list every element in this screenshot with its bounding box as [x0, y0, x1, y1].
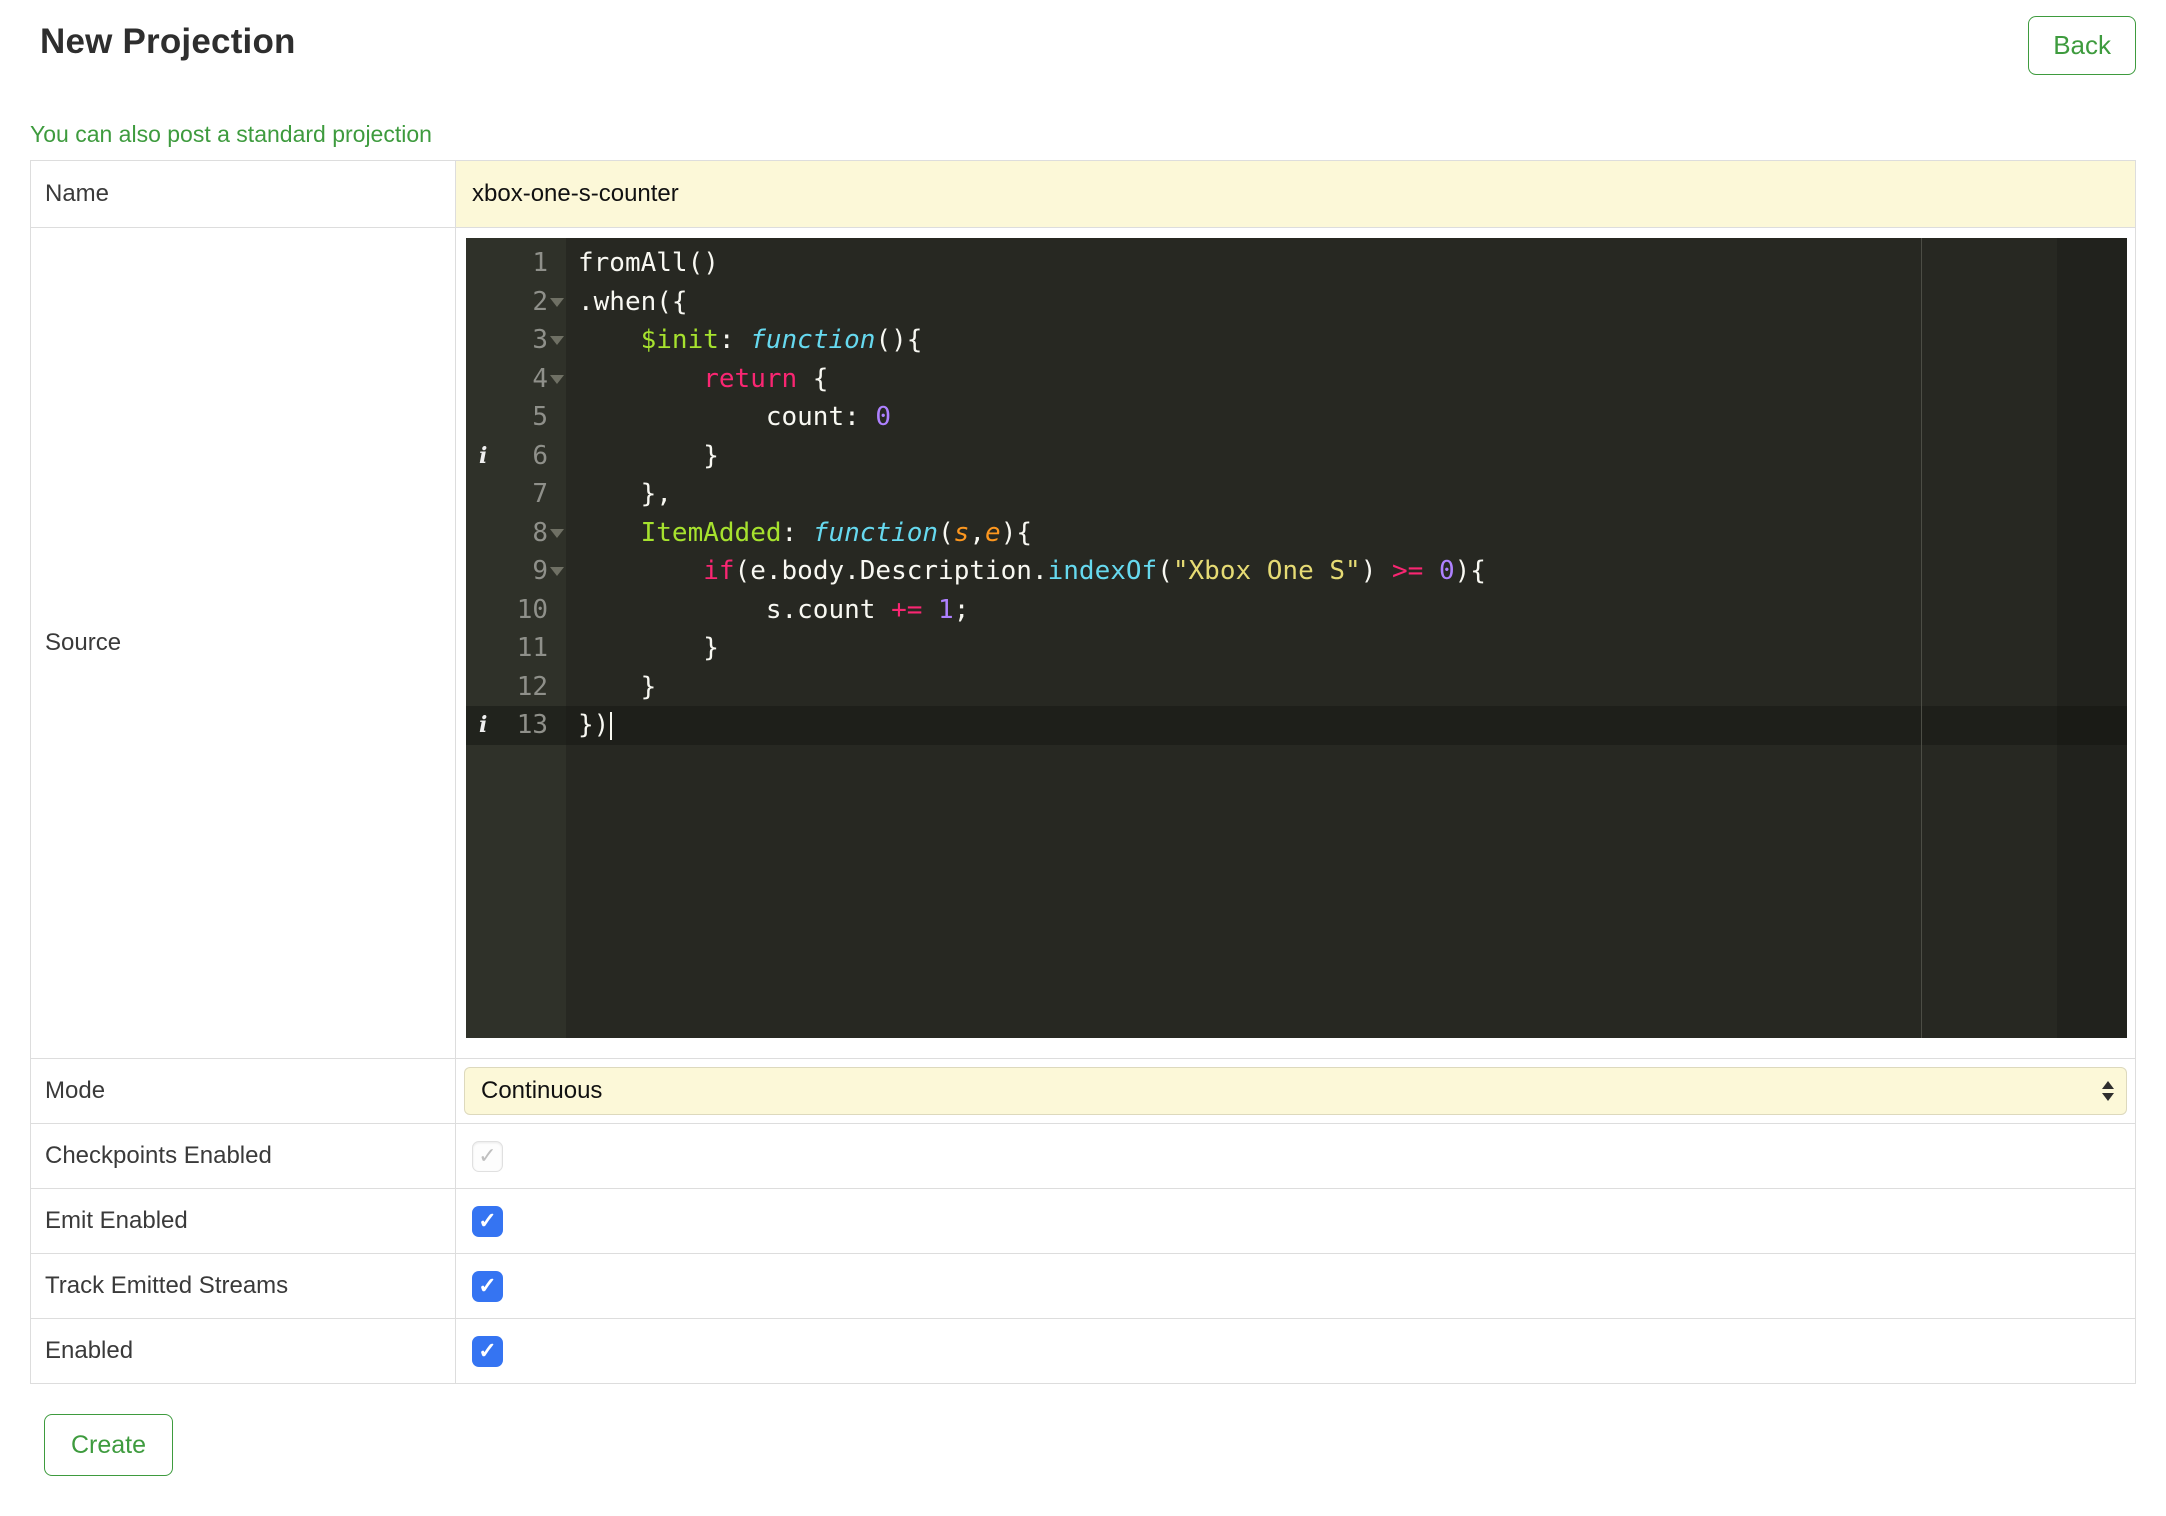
gutter-info-icon: i: [479, 442, 488, 469]
checkpoints-row: Checkpoints Enabled ✓: [30, 1123, 2136, 1190]
gutter-line: 1: [466, 244, 566, 283]
emit-enabled-label: Emit Enabled: [30, 1188, 456, 1255]
check-icon: ✓: [478, 1143, 497, 1169]
fold-arrow-icon[interactable]: [550, 374, 564, 384]
code-line[interactable]: },: [566, 475, 2127, 514]
fold-arrow-icon[interactable]: [550, 528, 564, 538]
line-number: 12: [516, 671, 548, 702]
fold-arrow-icon[interactable]: [550, 567, 564, 577]
select-arrow-down-icon: [2102, 1093, 2114, 1102]
projection-form-table: Name Source 12345i6789101112i13 fromAll(…: [30, 160, 2136, 1385]
gutter-line: 8: [466, 514, 566, 553]
check-icon: ✓: [478, 1208, 497, 1234]
line-number: 2: [532, 286, 548, 317]
mode-select-value: Continuous: [481, 1077, 603, 1105]
fold-arrow-icon[interactable]: [550, 336, 564, 346]
code-line[interactable]: }: [566, 668, 2127, 707]
gutter-line: 12: [466, 668, 566, 707]
check-icon: ✓: [478, 1338, 497, 1364]
code-line[interactable]: $init: function(){: [566, 321, 2127, 360]
source-code-editor[interactable]: 1 2 3 4 5 i 6 7 8 9 10 11 12 i 13 fromAll() .when({ $in…: [466, 238, 2127, 1039]
line-number: 8: [532, 517, 548, 548]
gutter-line: 10: [466, 591, 566, 630]
code-line[interactable]: }: [566, 437, 2127, 476]
name-input[interactable]: [456, 161, 2135, 228]
line-number: 1: [532, 248, 548, 279]
print-margin-ruler: [1921, 238, 1922, 1039]
track-emitted-streams-checkbox[interactable]: ✓: [472, 1270, 503, 1302]
emit-enabled-row: Emit Enabled ✓: [30, 1188, 2136, 1255]
mode-label: Mode: [30, 1058, 456, 1125]
track-emitted-streams-label: Track Emitted Streams: [30, 1253, 456, 1320]
text-cursor: [610, 712, 613, 741]
back-button[interactable]: Back: [2028, 16, 2136, 76]
code-line[interactable]: ItemAdded: function(s,e){: [566, 514, 2127, 553]
line-number: 6: [532, 440, 548, 471]
create-button[interactable]: Create: [44, 1414, 174, 1477]
source-label: Source: [30, 227, 456, 1060]
page-title: New Projection: [40, 22, 296, 61]
gutter-line: i6: [466, 437, 566, 476]
line-number: 4: [532, 363, 548, 394]
code-line[interactable]: s.count += 1;: [566, 591, 2127, 630]
mode-select[interactable]: Continuous: [464, 1067, 2127, 1116]
check-icon: ✓: [478, 1273, 497, 1299]
source-row: Source 1 2 3 4 5 i 6 7 8 9 10 11 12 i 13 fromAll() .whe…: [30, 227, 2136, 1060]
checkpoints-checkbox[interactable]: ✓: [472, 1140, 503, 1172]
enabled-row: Enabled ✓: [30, 1318, 2136, 1385]
gutter-line: 7: [466, 475, 566, 514]
new-projection-page: New Projection Back You can also post a …: [0, 0, 2166, 1516]
gutter-line: 4: [466, 360, 566, 399]
enabled-label: Enabled: [30, 1318, 456, 1385]
line-number: 11: [516, 633, 548, 664]
mode-row: Mode Continuous: [30, 1058, 2136, 1125]
gutter-line: 11: [466, 629, 566, 668]
line-number: 3: [532, 325, 548, 356]
enabled-checkbox[interactable]: ✓: [472, 1335, 503, 1367]
fold-arrow-icon[interactable]: [550, 297, 564, 307]
standard-projection-link[interactable]: You can also post a standard projection: [30, 121, 432, 148]
code-line[interactable]: return {: [566, 360, 2127, 399]
gutter-line: 9: [466, 552, 566, 591]
name-label: Name: [30, 160, 456, 229]
editor-scrollbar-track[interactable]: [2057, 238, 2127, 1039]
gutter-line: 5: [466, 398, 566, 437]
line-number: 10: [516, 594, 548, 625]
gutter-line: 2: [466, 283, 566, 322]
checkpoints-label: Checkpoints Enabled: [30, 1123, 456, 1190]
gutter-line: i 13: [466, 706, 566, 745]
code-line[interactable]: }): [566, 706, 2127, 745]
code-line[interactable]: .when({: [566, 283, 2127, 322]
name-row: Name: [30, 160, 2136, 229]
select-arrows-icon: [2102, 1081, 2114, 1102]
editor-gutter: 1 2 3 4 5 i 6 7 8 9 10 11 12 i 13: [466, 238, 566, 1039]
line-number: 5: [532, 402, 548, 433]
emit-enabled-checkbox[interactable]: ✓: [472, 1205, 503, 1237]
code-line[interactable]: count: 0: [566, 398, 2127, 437]
editor-code-area[interactable]: fromAll() .when({ $init: function(){ retu…: [566, 238, 2127, 1039]
code-line[interactable]: }: [566, 629, 2127, 668]
select-arrow-up-icon: [2102, 1081, 2114, 1090]
gutter-line: 3: [466, 321, 566, 360]
line-number: 7: [532, 479, 548, 510]
line-number: 9: [532, 556, 548, 587]
page-header: New Projection Back: [30, 16, 2136, 76]
track-emitted-streams-row: Track Emitted Streams ✓: [30, 1253, 2136, 1320]
code-line[interactable]: fromAll(): [566, 244, 2127, 283]
line-number: 13: [516, 710, 548, 741]
editor-code-lines: fromAll() .when({ $init: function(){ retu…: [566, 244, 2127, 745]
gutter-info-icon: i: [479, 712, 488, 739]
code-line[interactable]: if(e.body.Description.indexOf("Xbox One …: [566, 552, 2127, 591]
